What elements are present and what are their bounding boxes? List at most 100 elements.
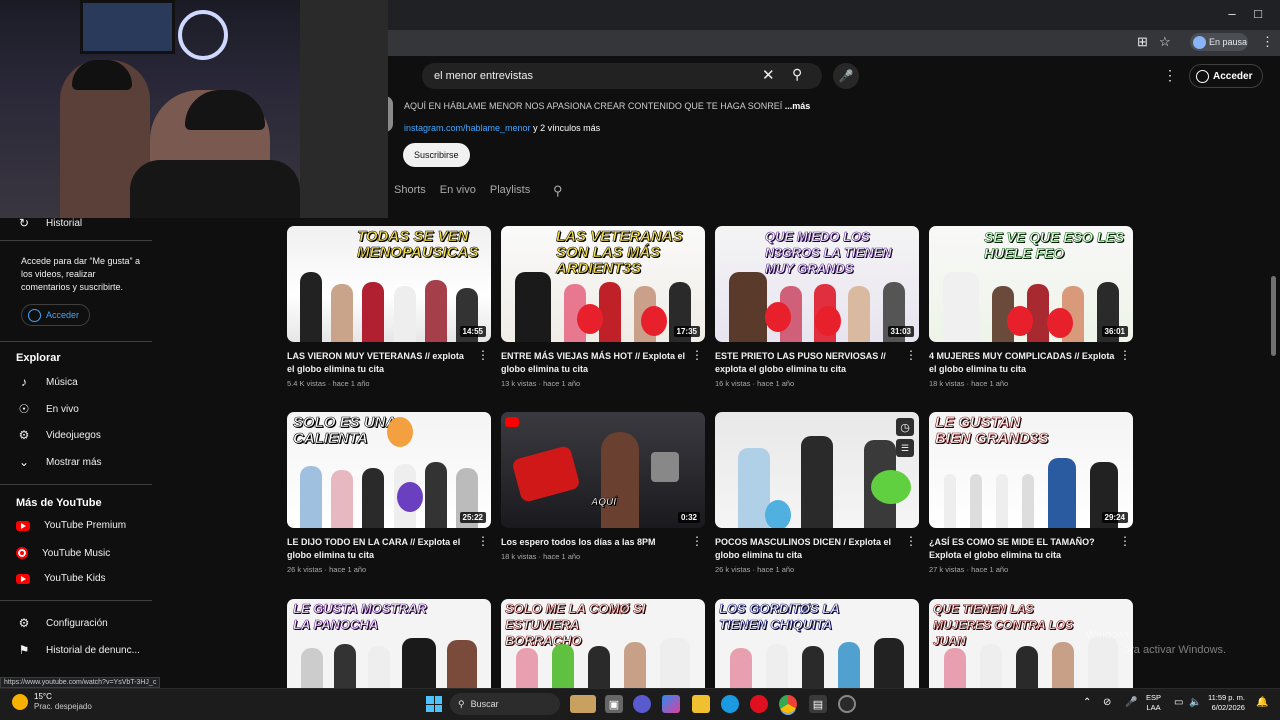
video-menu-icon[interactable]: ⋮ <box>1119 534 1131 548</box>
thumbnail-people <box>723 638 911 688</box>
tab-shorts[interactable]: Shorts <box>394 184 426 196</box>
settings-menu-icon[interactable]: ⋮ <box>1163 67 1177 84</box>
music-note-icon: ♪ <box>21 375 27 389</box>
sidebar-item-music-app[interactable]: YouTube Music <box>16 547 110 559</box>
profile-button[interactable]: En pausa <box>1190 33 1248 51</box>
start-button[interactable] <box>426 696 442 712</box>
channel-search-icon[interactable]: ⚲ <box>553 183 563 199</box>
video-card[interactable]: LE GUSTAN BIEN GRAND3S 29:24 ¿ASÍ ES COM… <box>929 412 1133 574</box>
video-title[interactable]: POCOS MASCULINOS DICEN / Explota el glob… <box>715 536 901 562</box>
video-title[interactable]: Los espero todos los días a las 8PM <box>501 536 687 549</box>
speaker-icon[interactable]: 🔈 <box>1189 697 1201 708</box>
bookmark-star-icon[interactable]: ☆ <box>1159 34 1171 50</box>
video-thumbnail[interactable]: ◷ ☰ <box>715 412 919 528</box>
video-thumbnail[interactable]: LE GUSTAN BIEN GRAND3S 29:24 <box>929 412 1133 528</box>
video-card[interactable]: TODAS SE VEN MENOPAUSICAS 14:55 LAS VIER… <box>287 226 491 388</box>
tab-live[interactable]: En vivo <box>440 184 476 196</box>
copilot-icon[interactable] <box>662 695 680 713</box>
subscribe-button[interactable]: Suscribirse <box>403 143 470 167</box>
clear-search-icon[interactable]: ✕ <box>762 66 775 84</box>
video-card[interactable]: SOLO ME LA COMØ SI ESTUVIERA BORRACHO <box>501 599 705 688</box>
play-button-graphic <box>511 444 581 504</box>
notification-bell-icon[interactable]: 🔔 <box>1256 697 1268 708</box>
sidebar-item-report-history[interactable]: ⚑ Historial de denunc... <box>16 643 140 657</box>
video-thumbnail[interactable]: AQUÍ 0:32 <box>501 412 705 528</box>
opera-icon[interactable] <box>750 695 768 713</box>
display-icon[interactable]: ▭ <box>1174 697 1183 708</box>
chrome-icon[interactable] <box>779 695 797 713</box>
video-thumbnail[interactable]: SE VE QUE ESO LES HUELE FEO 36:01 <box>929 226 1133 342</box>
video-thumbnail[interactable]: LE GUSTA MOSTRAR LA PANOCHA <box>287 599 491 688</box>
video-card[interactable]: ◷ ☰ POCOS MASCULINOS DICEN / Explota el … <box>715 412 919 574</box>
video-card[interactable]: LE GUSTA MOSTRAR LA PANOCHA <box>287 599 491 688</box>
sidebar-item-premium[interactable]: YouTube Premium <box>16 520 126 531</box>
file-explorer-icon[interactable] <box>692 695 710 713</box>
system-clock[interactable]: 11:59 p. m. 6/02/2026 <box>1208 693 1245 713</box>
weather-widget[interactable]: 15°C Prac. despejado <box>12 692 92 712</box>
task-view-icon[interactable]: ▣ <box>605 695 623 713</box>
sidebar-item-live[interactable]: ☉ En vivo <box>16 402 79 416</box>
video-title[interactable]: LE DIJO TODO EN LA CARA // Explota el gl… <box>287 536 473 562</box>
video-menu-icon[interactable]: ⋮ <box>691 348 703 362</box>
video-menu-icon[interactable]: ⋮ <box>905 534 917 548</box>
balloon <box>871 470 911 504</box>
more-link[interactable]: ...más <box>785 101 811 111</box>
sidebar-item-show-more[interactable]: ⌄ Mostrar más <box>16 455 102 469</box>
signin-button[interactable]: Acceder <box>1189 64 1264 88</box>
maximize-icon[interactable]: □ <box>1246 6 1270 21</box>
minimize-icon[interactable]: – <box>1220 6 1244 21</box>
video-title[interactable]: ¿ASÍ ES COMO SE MIDE EL TAMAÑO? Explota … <box>929 536 1115 562</box>
watch-later-icon[interactable]: ◷ <box>896 418 914 436</box>
video-thumbnail[interactable]: LAS VETERANAS SON LAS MÁS ARDIENT3S 17:3… <box>501 226 705 342</box>
video-menu-icon[interactable]: ⋮ <box>691 534 703 548</box>
microphone-icon[interactable]: 🎤 <box>833 63 859 89</box>
video-age: hace 1 año <box>757 379 795 388</box>
video-menu-icon[interactable]: ⋮ <box>905 348 917 362</box>
video-card[interactable]: AQUÍ 0:32 Los espero todos los días a la… <box>501 412 705 561</box>
video-card[interactable]: LAS VETERANAS SON LAS MÁS ARDIENT3S 17:3… <box>501 226 705 388</box>
video-menu-icon[interactable]: ⋮ <box>477 534 489 548</box>
video-title[interactable]: ENTRE MÁS VIEJAS MÁS HOT // Explota el g… <box>501 350 687 376</box>
store-icon[interactable]: ▤ <box>809 695 827 713</box>
video-menu-icon[interactable]: ⋮ <box>477 348 489 362</box>
sidebar-item-gaming[interactable]: ⚙ Videojuegos <box>16 428 101 442</box>
video-thumbnail[interactable]: SOLO ES UNA CALIENTA 25:22 <box>287 412 491 528</box>
channel-description[interactable]: AQUÍ EN HÁBLAME MENOR NOS APASIONA CREAR… <box>404 101 810 111</box>
video-title[interactable]: LAS VIERON MUY VETERANAS // explota el g… <box>287 350 473 376</box>
video-thumbnail[interactable]: LOS GORDITØS LA TIENEN CHIQUITA <box>715 599 919 688</box>
install-app-icon[interactable]: ⊞ <box>1137 34 1148 50</box>
video-title[interactable]: ESTE PRIETO LAS PUSO NERVIOSAS // explot… <box>715 350 901 376</box>
sidebar-item-music[interactable]: ♪ Música <box>16 375 78 389</box>
more-links[interactable]: y 2 vínculos más <box>533 123 600 133</box>
sidebar-item-history[interactable]: ↻ Historial <box>16 216 82 230</box>
history-icon: ↻ <box>18 216 30 230</box>
background-monitor <box>80 0 175 54</box>
add-to-queue-icon[interactable]: ☰ <box>896 439 914 457</box>
sidebar-item-kids[interactable]: YouTube Kids <box>16 573 106 584</box>
edge-icon[interactable] <box>721 695 739 713</box>
microphone-icon[interactable]: 🎤 <box>1125 697 1137 708</box>
video-thumbnail[interactable]: TODAS SE VEN MENOPAUSICAS 14:55 <box>287 226 491 342</box>
video-card[interactable]: LOS GORDITØS LA TIENEN CHIQUITA <box>715 599 919 688</box>
video-thumbnail[interactable]: SOLO ME LA COMØ SI ESTUVIERA BORRACHO <box>501 599 705 688</box>
video-card[interactable]: QUE MIEDO LOS N3GROS LA TIENEN MUY GRAND… <box>715 226 919 388</box>
language-indicator[interactable]: ESP LAA <box>1146 693 1161 713</box>
video-card[interactable]: SOLO ES UNA CALIENTA 25:22 LE DIJO TODO … <box>287 412 491 574</box>
tab-playlists[interactable]: Playlists <box>490 184 530 196</box>
instagram-link[interactable]: instagram.com/hablame_menor <box>404 123 531 133</box>
browser-menu-icon[interactable]: ⋮ <box>1261 34 1274 50</box>
app-icon[interactable] <box>838 695 856 713</box>
video-card[interactable]: SE VE QUE ESO LES HUELE FEO 36:01 4 MUJE… <box>929 226 1133 388</box>
video-title[interactable]: 4 MUJERES MUY COMPLICADAS // Explota el … <box>929 350 1115 376</box>
sidebar-item-settings[interactable]: ⚙ Configuración <box>16 616 108 630</box>
chevron-up-icon[interactable]: ⌃ <box>1083 697 1091 708</box>
video-thumbnail[interactable]: QUE MIEDO LOS N3GROS LA TIENEN MUY GRAND… <box>715 226 919 342</box>
network-off-icon[interactable]: ⊘ <box>1103 697 1111 708</box>
search-icon[interactable]: ⚲ <box>792 66 802 83</box>
sidebar-signin-button[interactable]: Acceder <box>21 304 91 326</box>
video-menu-icon[interactable]: ⋮ <box>1119 348 1131 362</box>
taskbar-search[interactable]: ⚲ Buscar <box>450 693 560 715</box>
page-scrollbar[interactable] <box>1271 276 1276 356</box>
meet-icon[interactable] <box>633 695 651 713</box>
news-widget-icon[interactable] <box>570 695 596 713</box>
